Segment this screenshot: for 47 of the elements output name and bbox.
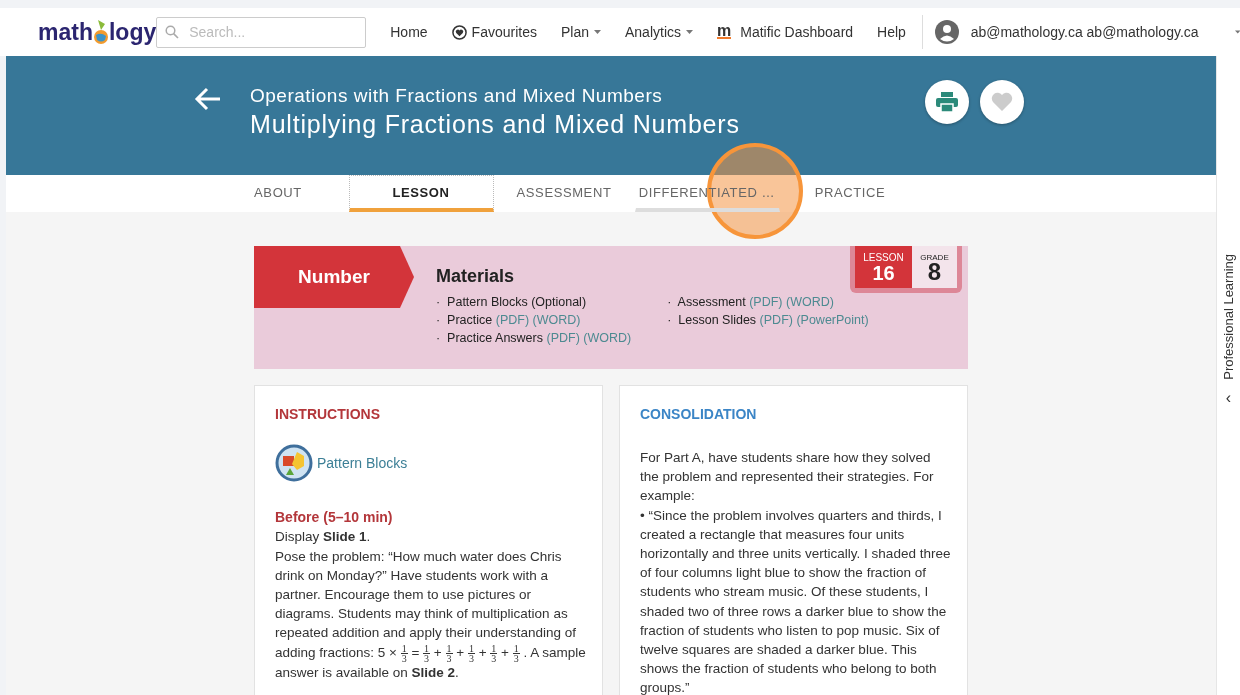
tab[interactable]: ASSESSMENT [491, 175, 637, 212]
panel-toggle[interactable]: ‹ [1225, 389, 1232, 408]
grade-label: GRADE [920, 252, 949, 262]
tab[interactable]: PRACTICE [777, 175, 923, 212]
materials-heading: Materials [436, 266, 516, 287]
strand-ribbon: Number [254, 246, 414, 308]
side-panel-label: Professional Learning [1221, 253, 1236, 380]
tab[interactable]: LESSON [348, 175, 494, 212]
search-icon [165, 25, 180, 39]
tab[interactable]: ABOUT [205, 175, 351, 212]
material-item: · Practice (PDF) (WORD) [436, 313, 582, 327]
nav-link[interactable]: Favourites [439, 24, 549, 40]
unit-subtitle: Operations with Fractions and Mixed Numbers [250, 84, 664, 107]
printer-icon [936, 92, 958, 112]
logo[interactable]: math logy [38, 18, 157, 46]
nav-link[interactable]: Help [865, 24, 918, 40]
nav-link[interactable]: m Matific Dashboard [705, 24, 866, 40]
material-item: · Practice Answers (PDF) (WORD) [436, 331, 632, 345]
material-item: · Lesson Slides (PDF) (PowerPoint) [667, 313, 869, 327]
phase-heading: Before (5–10 min) [275, 508, 394, 527]
brand-mark: m [717, 25, 732, 39]
tool-link[interactable]: Pattern Blocks [275, 444, 586, 482]
material-item: · Pattern Blocks (Optional) [436, 295, 588, 309]
pattern-blocks-icon [275, 444, 313, 482]
grade-number: 8 [927, 261, 942, 282]
consolidation-text: For Part A, have students share how they solved the problem and represented their strategies. For example: [640, 449, 935, 506]
lesson-label: LESSON [863, 251, 904, 263]
heart-icon [991, 92, 1013, 112]
nav-link[interactable]: Home [378, 24, 440, 40]
example-quote: • “Since the problem involves quarters and thirds, I created a rectangle that measures four units horizontally and three units vertically. I shaded three of four columns light blue to show the fraction of students who stream music. Of these students, I shaded two of three rows a darker blue to show the fraction of students who listen to pop music. Six of twelve squares are shaded a darker blue. This shows the fraction of students who belong to both groups.” [640, 506, 951, 695]
lesson-title: Multiplying Fractions and Mixed Numbers [250, 109, 740, 139]
section-heading: INSTRUCTIONS [275, 406, 381, 422]
user-menu[interactable]: ab@mathology.ca ab@mathology.ca [934, 20, 1199, 44]
caret-icon [594, 30, 601, 34]
lesson-number: 16 [872, 262, 895, 283]
avatar-icon [934, 20, 959, 44]
material-item: · Assessment (PDF) (WORD) [667, 295, 835, 309]
instruction-text: Display Slide 1. [275, 529, 371, 545]
globe-icon [92, 18, 109, 46]
nav-link[interactable]: Analytics [613, 24, 705, 40]
print-button[interactable] [925, 80, 969, 124]
favourite-button[interactable] [980, 80, 1024, 124]
caret-icon [686, 30, 693, 34]
section-heading: CONSOLIDATION [640, 406, 758, 422]
caret-icon[interactable] [1234, 30, 1240, 34]
nav-link[interactable]: Plan [548, 24, 613, 40]
search-field[interactable]: Search... [156, 16, 367, 48]
